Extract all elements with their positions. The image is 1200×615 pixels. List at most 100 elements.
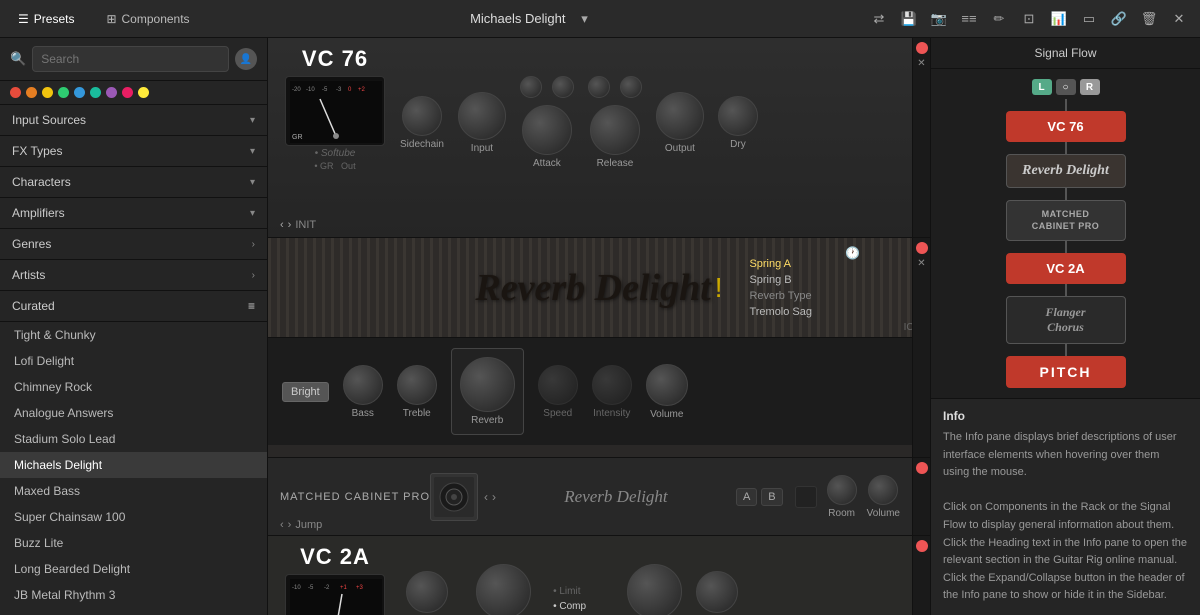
cabinet-nav-prev[interactable]: ‹ bbox=[484, 490, 488, 504]
crop-btn[interactable]: ⊡ bbox=[1018, 8, 1040, 30]
color-dot-pink[interactable] bbox=[122, 87, 133, 98]
bass-knob[interactable] bbox=[343, 365, 383, 405]
treble-knob[interactable] bbox=[397, 365, 437, 405]
sf-block-flanger[interactable]: FlangerChorus bbox=[1006, 296, 1126, 344]
title-arrow-icon[interactable]: ▾ bbox=[573, 8, 595, 30]
list-item[interactable]: Tight & Chunky bbox=[0, 322, 267, 348]
list-item[interactable]: Stadium Solo Lead bbox=[0, 426, 267, 452]
release-top-knob[interactable] bbox=[588, 76, 610, 98]
shuffle-btn[interactable]: ⇄ bbox=[868, 8, 890, 30]
tab-components[interactable]: ⊞ Components bbox=[98, 8, 197, 30]
list-item[interactable]: JB Metal Rhythm 3 bbox=[0, 582, 267, 608]
sf-block-vc2a[interactable]: VC 2A bbox=[1006, 253, 1126, 284]
section-artists-header[interactable]: Artists › bbox=[0, 260, 267, 290]
list-item[interactable]: Long Bearded Delight bbox=[0, 556, 267, 582]
color-dot-red[interactable] bbox=[10, 87, 21, 98]
list-item[interactable]: Chimney Rock bbox=[0, 374, 267, 400]
power-btn[interactable] bbox=[916, 462, 928, 474]
output-knob[interactable] bbox=[656, 92, 704, 140]
expand-btn[interactable]: ✕ bbox=[917, 258, 925, 269]
cab-nav-next[interactable]: › bbox=[288, 519, 292, 531]
limit-comp-panel: • Limit • Comp bbox=[553, 586, 613, 612]
dry-knob[interactable] bbox=[718, 96, 758, 136]
reverb-type-spring-b[interactable]: Spring B bbox=[749, 274, 812, 286]
section-characters-header[interactable]: Characters ▾ bbox=[0, 167, 267, 197]
nav-next[interactable]: › bbox=[288, 219, 292, 231]
pencil-btn[interactable]: ✏ bbox=[988, 8, 1010, 30]
b-button[interactable]: B bbox=[761, 488, 782, 506]
close-btn[interactable]: ✕ bbox=[1168, 8, 1190, 30]
list-item[interactable]: Maxed Bass bbox=[0, 478, 267, 504]
reverb-type-spring-a[interactable]: Spring A bbox=[749, 258, 812, 270]
color-dot-orange[interactable] bbox=[26, 87, 37, 98]
sf-block-pitch[interactable]: PITCH bbox=[1006, 356, 1126, 388]
rack-unit-cabinet: MATCHED CABINET PRO ‹ › Reverb Delight A… bbox=[268, 458, 930, 536]
eq-btn[interactable]: ≡≡ bbox=[958, 8, 980, 30]
sidechain-knob[interactable] bbox=[402, 96, 442, 136]
sf-block-reverb[interactable]: Reverb Delight bbox=[1006, 154, 1126, 188]
volume-knob[interactable] bbox=[646, 364, 688, 406]
camera-btn[interactable]: 📷 bbox=[928, 8, 950, 30]
peak-reduction-knob[interactable] bbox=[476, 564, 531, 615]
l-button[interactable]: L bbox=[1032, 79, 1052, 95]
list-item[interactable]: Super Chainsaw 100 bbox=[0, 504, 267, 530]
list-item[interactable]: Buzz Lite bbox=[0, 530, 267, 556]
section-input-sources-header[interactable]: Input Sources ▾ bbox=[0, 105, 267, 135]
a-button[interactable]: A bbox=[736, 488, 757, 506]
expand-btn[interactable]: ✕ bbox=[917, 58, 925, 69]
power-btn[interactable] bbox=[916, 540, 928, 552]
rack: VC 76 -20 -10 -5 -3 0 +2 bbox=[268, 38, 930, 615]
attack-top-knob[interactable] bbox=[520, 76, 542, 98]
save-btn[interactable]: 💾 bbox=[898, 8, 920, 30]
avatar-icon[interactable]: 👤 bbox=[235, 48, 257, 70]
list-item-active[interactable]: Michaels Delight bbox=[0, 452, 267, 478]
volume-cab-knob[interactable] bbox=[868, 475, 898, 505]
gain-knob[interactable] bbox=[627, 564, 682, 615]
list-item[interactable]: Birds bbox=[0, 608, 267, 615]
list-item[interactable]: Lofi Delight bbox=[0, 348, 267, 374]
svg-text:+2: +2 bbox=[358, 87, 366, 93]
detector-hp-knob[interactable] bbox=[406, 571, 448, 613]
color-dot-green[interactable] bbox=[58, 87, 69, 98]
room-knob[interactable] bbox=[827, 475, 857, 505]
section-label: Characters bbox=[12, 175, 71, 189]
release-knob[interactable] bbox=[590, 105, 640, 155]
color-dot-yellow[interactable] bbox=[42, 87, 53, 98]
color-dot-teal[interactable] bbox=[90, 87, 101, 98]
input-knob[interactable] bbox=[458, 92, 506, 140]
color-dot-blue[interactable] bbox=[74, 87, 85, 98]
mono-button[interactable]: ○ bbox=[1056, 79, 1076, 95]
attack-knob[interactable] bbox=[522, 105, 572, 155]
section-fx-types-header[interactable]: FX Types ▾ bbox=[0, 136, 267, 166]
top-bar-controls: ⇄ 💾 📷 ≡≡ ✏ ⊡ 📊 ▭ 🔗 🗑 ✕ bbox=[868, 8, 1190, 30]
dry-2a-knob[interactable] bbox=[696, 571, 738, 613]
list-item[interactable]: Analogue Answers bbox=[0, 400, 267, 426]
reverb-tremolo[interactable]: Tremolo Sag bbox=[749, 306, 812, 318]
r-button[interactable]: R bbox=[1080, 79, 1100, 95]
nav-prev[interactable]: ‹ bbox=[280, 219, 284, 231]
section-amplifiers-header[interactable]: Amplifiers ▾ bbox=[0, 198, 267, 228]
section-genres-header[interactable]: Genres › bbox=[0, 229, 267, 259]
cab-nav-prev[interactable]: ‹ bbox=[280, 519, 284, 531]
intensity-knob[interactable] bbox=[592, 365, 632, 405]
release-top-knob2[interactable] bbox=[620, 76, 642, 98]
rack-unit-reverb: Reverb Delight ! Spring A Spring B Rever… bbox=[268, 238, 930, 458]
power-btn[interactable] bbox=[916, 42, 928, 54]
clock-icon[interactable]: 🕐 bbox=[845, 246, 860, 260]
bright-button[interactable]: Bright bbox=[282, 382, 329, 402]
color-dot-lime[interactable] bbox=[138, 87, 149, 98]
sf-block-cabinet[interactable]: MATCHEDCABINET PRO bbox=[1006, 200, 1126, 241]
power-btn[interactable] bbox=[916, 242, 928, 254]
link-btn[interactable]: 🔗 bbox=[1108, 8, 1130, 30]
curated-header[interactable]: Curated ≡ bbox=[0, 291, 267, 322]
sf-block-vc76[interactable]: VC 76 bbox=[1006, 111, 1126, 142]
speed-knob[interactable] bbox=[538, 365, 578, 405]
tab-presets[interactable]: ☰ Presets bbox=[10, 8, 82, 30]
record-btn[interactable]: ▭ bbox=[1078, 8, 1100, 30]
delete-btn[interactable]: 🗑 bbox=[1138, 8, 1160, 30]
reverb-knob[interactable] bbox=[460, 357, 515, 412]
search-input[interactable] bbox=[32, 46, 229, 72]
chart-btn[interactable]: 📊 bbox=[1048, 8, 1070, 30]
color-dot-purple[interactable] bbox=[106, 87, 117, 98]
attack-top-knob2[interactable] bbox=[552, 76, 574, 98]
